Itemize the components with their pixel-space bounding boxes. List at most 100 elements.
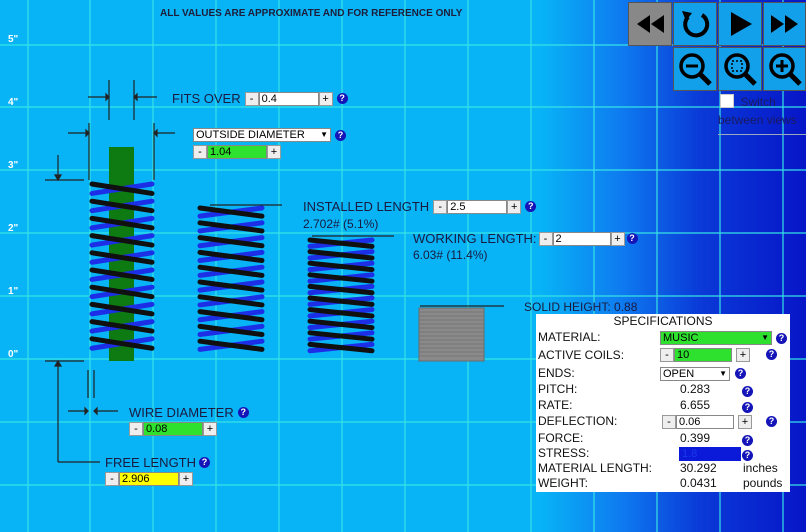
rate-value: 6.655 bbox=[680, 398, 711, 412]
help-icon[interactable]: ? bbox=[335, 129, 346, 141]
help-icon[interactable]: ? bbox=[336, 93, 348, 104]
help-icon[interactable]: ? bbox=[626, 233, 638, 244]
wire-diameter-plus-button[interactable]: + bbox=[203, 422, 217, 436]
active-coils-plus-button[interactable]: + bbox=[736, 348, 750, 362]
fits-over-minus-button[interactable]: - bbox=[244, 91, 259, 106]
zoom-fit-button[interactable] bbox=[718, 47, 762, 91]
rewind-icon bbox=[637, 15, 664, 33]
help-icon[interactable]: ? bbox=[742, 435, 753, 446]
installed-length-plus-button[interactable]: + bbox=[507, 199, 522, 214]
disclaimer-text: ALL VALUES ARE APPROXIMATE AND FOR REFER… bbox=[160, 8, 463, 19]
help-icon[interactable]: ? bbox=[525, 201, 537, 212]
force-value: 0.399 bbox=[680, 431, 711, 445]
active-coils-input[interactable]: 10 bbox=[674, 348, 732, 362]
active-coils-stepper: - 10 + bbox=[660, 348, 750, 362]
deflection-plus-button[interactable]: + bbox=[738, 415, 752, 429]
zoom-in-button[interactable] bbox=[763, 47, 806, 91]
material-length-unit: inches bbox=[743, 461, 778, 475]
installed-force-text: 2.702# (5.1%) bbox=[303, 217, 379, 231]
deflection-minus-button[interactable]: - bbox=[662, 415, 676, 429]
fast-forward-button[interactable] bbox=[763, 2, 806, 46]
y-tick-0: 0" bbox=[8, 349, 19, 360]
working-force-text: 6.03# (11.4%) bbox=[413, 248, 488, 262]
working-length-plus-button[interactable]: + bbox=[610, 231, 625, 246]
zoom-fit-icon bbox=[724, 53, 757, 86]
help-icon[interactable]: ? bbox=[766, 349, 777, 360]
fits-over-label: FITS OVER bbox=[172, 91, 241, 106]
deflection-stepper: - 0.06 + bbox=[662, 415, 752, 429]
help-icon[interactable]: ? bbox=[776, 333, 787, 344]
broken-image-icon bbox=[720, 94, 734, 108]
outside-diameter-input[interactable]: 1.04 bbox=[207, 145, 267, 159]
free-length-stepper: - 2.906 + bbox=[105, 472, 193, 486]
wire-diameter-input[interactable]: 0.08 bbox=[143, 422, 203, 436]
pitch-value: 0.283 bbox=[680, 382, 711, 396]
active-coils-minus-button[interactable]: - bbox=[660, 348, 674, 362]
ends-select[interactable]: OPEN ▼ bbox=[660, 367, 730, 381]
help-icon[interactable]: ? bbox=[199, 457, 211, 468]
deflection-input[interactable]: 0.06 bbox=[676, 415, 734, 429]
zoom-out-button[interactable] bbox=[673, 47, 717, 91]
reset-button[interactable] bbox=[673, 2, 717, 46]
y-tick-1: 1" bbox=[8, 286, 19, 297]
play-icon bbox=[731, 12, 752, 36]
y-tick-4: 4" bbox=[8, 97, 19, 108]
outside-diameter-minus-button[interactable]: - bbox=[193, 145, 207, 159]
working-length-minus-button[interactable]: - bbox=[538, 231, 553, 246]
chevron-down-icon: ▼ bbox=[761, 333, 769, 342]
diameter-type-select[interactable]: OUTSIDE DIAMETER ▼ bbox=[193, 128, 331, 142]
material-select[interactable]: MUSIC ▼ bbox=[660, 331, 772, 345]
y-tick-3: 3" bbox=[8, 160, 19, 171]
play-button[interactable] bbox=[718, 2, 762, 46]
help-icon[interactable]: ? bbox=[237, 407, 249, 418]
weight-unit: pounds bbox=[743, 476, 783, 490]
help-icon[interactable]: ? bbox=[742, 402, 753, 413]
view-switch-image[interactable]: Switch between views bbox=[718, 93, 806, 135]
pitch-label: PITCH: bbox=[538, 382, 578, 396]
help-icon[interactable]: ? bbox=[742, 386, 753, 397]
stress-value: 1.8 bbox=[679, 447, 741, 461]
weight-value: 0.0431 bbox=[680, 476, 717, 490]
ends-label: ENDS: bbox=[538, 366, 575, 380]
working-length-input[interactable]: 2 bbox=[552, 231, 611, 246]
specifications-panel: SPECIFICATIONS MATERIAL: MUSIC ▼ ? ACTIV… bbox=[536, 314, 790, 492]
material-length-value: 30.292 bbox=[680, 461, 717, 475]
help-icon[interactable]: ? bbox=[735, 368, 746, 379]
installed-length-input[interactable]: 2.5 bbox=[447, 199, 508, 214]
outside-diameter-plus-button[interactable]: + bbox=[267, 145, 281, 159]
reset-icon bbox=[682, 11, 710, 38]
material-label: MATERIAL: bbox=[538, 330, 601, 344]
outside-diameter-group: OUTSIDE DIAMETER ▼ ? bbox=[193, 128, 346, 142]
help-icon[interactable]: ? bbox=[766, 416, 777, 427]
wire-diameter-group: WIRE DIAMETER ? bbox=[129, 405, 249, 420]
fits-over-input[interactable]: 0.4 bbox=[258, 91, 319, 106]
working-spring bbox=[307, 237, 375, 354]
free-length-input[interactable]: 2.906 bbox=[119, 472, 179, 486]
rate-label: RATE: bbox=[538, 398, 573, 412]
y-tick-5: 5" bbox=[8, 34, 19, 45]
working-length-label: WORKING LENGTH: bbox=[413, 231, 537, 246]
spring-canvas: ALL VALUES ARE APPROXIMATE AND FOR REFER… bbox=[0, 0, 806, 532]
specifications-title: SPECIFICATIONS bbox=[613, 314, 713, 328]
weight-label: WEIGHT: bbox=[538, 476, 588, 490]
active-coils-label: ACTIVE COILS: bbox=[538, 348, 625, 362]
diameter-type-select-value: OUTSIDE DIAMETER bbox=[196, 129, 305, 141]
rewind-button[interactable] bbox=[628, 2, 672, 46]
free-length-plus-button[interactable]: + bbox=[179, 472, 193, 486]
force-label: FORCE: bbox=[538, 431, 584, 445]
free-length-minus-button[interactable]: - bbox=[105, 472, 119, 486]
fits-over-plus-button[interactable]: + bbox=[318, 91, 333, 106]
zoom-in-icon bbox=[769, 53, 802, 86]
installed-spring bbox=[197, 205, 265, 352]
help-icon[interactable]: ? bbox=[742, 450, 753, 461]
wire-diameter-minus-button[interactable]: - bbox=[129, 422, 143, 436]
deflection-label: DEFLECTION: bbox=[538, 414, 618, 428]
installed-length-label: INSTALLED LENGTH bbox=[303, 199, 430, 214]
chevron-down-icon: ▼ bbox=[719, 369, 727, 378]
solid-spring bbox=[418, 307, 485, 362]
material-select-value: MUSIC bbox=[663, 332, 699, 344]
fits-over-group: FITS OVER - 0.4 + ? bbox=[172, 91, 348, 106]
installed-length-minus-button[interactable]: - bbox=[433, 199, 448, 214]
y-tick-2: 2" bbox=[8, 223, 19, 234]
outside-diameter-stepper: - 1.04 + bbox=[193, 145, 281, 159]
